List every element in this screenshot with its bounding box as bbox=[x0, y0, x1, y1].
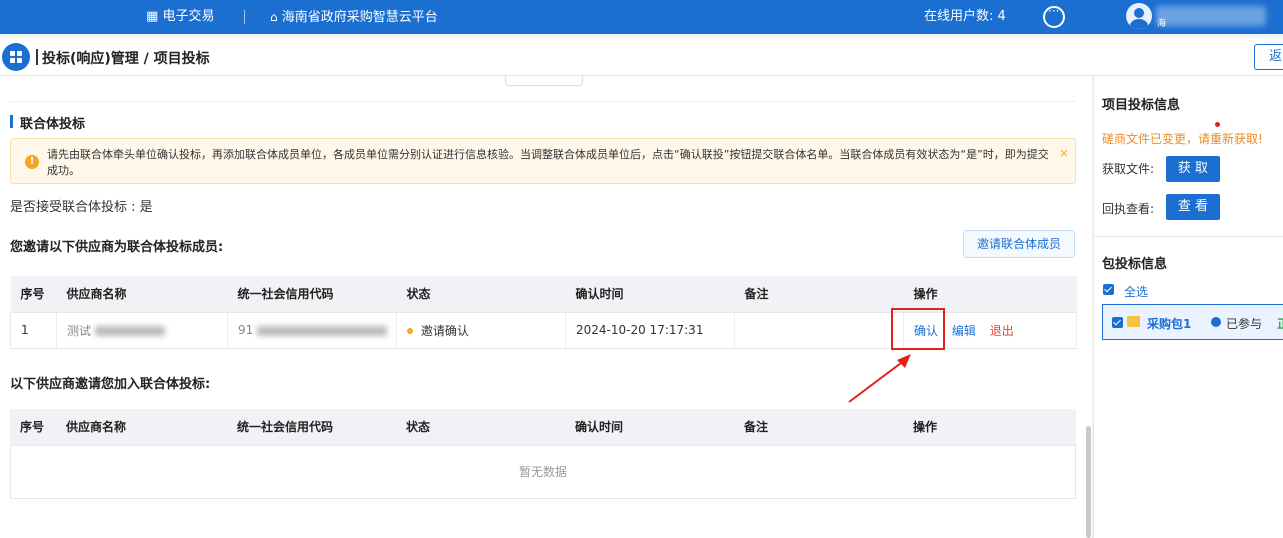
breadcrumb-bar: 投标(响应)管理 / 项目投标 返 bbox=[0, 38, 1283, 76]
package-status: 已参与 bbox=[1226, 317, 1263, 331]
status-dot-icon bbox=[407, 328, 413, 334]
row-credit-code: 91 bbox=[227, 312, 397, 349]
top-navbar: ▦ 电子交易 ⌂ 海南省政府采购智慧云平台 在线用户数: 4 海 bbox=[0, 0, 1283, 34]
section-title: 联合体投标 bbox=[10, 113, 85, 132]
supplier-name-text: 测试 bbox=[67, 323, 92, 338]
status-text: 邀请确认 bbox=[420, 323, 469, 338]
pointer-arrow-icon bbox=[848, 354, 911, 403]
nav-platform-home[interactable]: ⌂ 海南省政府采购智慧云平台 bbox=[270, 0, 438, 34]
exit-link[interactable]: 退出 bbox=[990, 324, 1014, 338]
row-index: 1 bbox=[10, 312, 57, 349]
received-invites-title: 以下供应商邀请您加入联合体投标: bbox=[10, 377, 211, 392]
user-avatar[interactable] bbox=[1126, 3, 1152, 29]
file-changed-warning[interactable]: 磋商文件已变更，请重新获取! bbox=[1102, 130, 1263, 147]
select-all-checkbox[interactable] bbox=[1103, 284, 1114, 295]
chat-icon[interactable] bbox=[1043, 4, 1065, 28]
select-all-label[interactable]: 全选 bbox=[1124, 283, 1148, 300]
breadcrumb-divider bbox=[36, 49, 38, 65]
apps-menu-button[interactable] bbox=[2, 43, 30, 71]
received-invites-table: 序号 供应商名称 统一社会信用代码 状态 确认时间 备注 操作 bbox=[10, 409, 1076, 446]
col-index: 序号 bbox=[10, 409, 56, 446]
table-header-row: 序号 供应商名称 统一社会信用代码 状态 确认时间 备注 操作 bbox=[10, 276, 1077, 313]
highlight-box bbox=[891, 308, 945, 350]
receipt-label: 回执查看: bbox=[1102, 202, 1155, 216]
nav-separator bbox=[244, 10, 245, 24]
right-panel: 项目投标信息 磋商文件已变更，请重新获取! 获取文件: 获 取 回执查看: 查 … bbox=[1093, 76, 1283, 538]
grid-icon: ▦ bbox=[146, 9, 159, 24]
col-confirm-time: 确认时间 bbox=[565, 276, 735, 313]
row-status: 邀请确认 bbox=[396, 312, 566, 349]
col-credit-code: 统一社会信用代码 bbox=[227, 409, 396, 446]
main-panel: 联合体投标 ! 请先由联合体牵头单位确认投标，再添加联合体成员单位，各成员单位需… bbox=[0, 76, 1092, 538]
update-dot-icon bbox=[1215, 122, 1220, 127]
col-supplier-name: 供应商名称 bbox=[56, 276, 228, 313]
col-confirm-time: 确认时间 bbox=[565, 409, 734, 446]
close-icon[interactable]: × bbox=[1059, 146, 1069, 160]
package-bid-info-title: 包投标信息 bbox=[1102, 257, 1168, 272]
package-checkbox[interactable] bbox=[1112, 317, 1123, 328]
notice-text: 请先由联合体牵头单位确认投标，再添加联合体成员单位，各成员单位需分别认证进行信息… bbox=[47, 148, 1049, 177]
collapse-toggle[interactable] bbox=[505, 76, 583, 86]
col-remark: 备注 bbox=[734, 276, 904, 313]
folder-icon bbox=[1127, 316, 1140, 327]
accept-joint-bid-line: 是否接受联合体投标 : 是 bbox=[10, 200, 153, 215]
package-extra-label: 正 bbox=[1277, 315, 1283, 332]
back-button[interactable]: 返 bbox=[1254, 44, 1283, 70]
col-remark: 备注 bbox=[734, 409, 903, 446]
row-confirm-time: 2024-10-20 17:17:31 bbox=[565, 312, 735, 349]
get-file-label: 获取文件: bbox=[1102, 162, 1155, 176]
credit-code-text: 91 bbox=[238, 323, 254, 337]
get-file-button[interactable]: 获 取 bbox=[1166, 156, 1220, 182]
user-name-redacted[interactable] bbox=[1156, 6, 1266, 26]
vertical-scrollbar[interactable] bbox=[1086, 426, 1091, 538]
empty-state: 暂无数据 bbox=[10, 446, 1076, 499]
row-supplier-name: 测试 bbox=[56, 312, 228, 349]
row-remark bbox=[734, 312, 904, 349]
package-item[interactable]: 采购包1 已参与 正 bbox=[1102, 304, 1283, 340]
col-credit-code: 统一社会信用代码 bbox=[227, 276, 397, 313]
col-actions: 操作 bbox=[903, 409, 1076, 446]
check-badge-icon bbox=[1211, 317, 1221, 327]
section-divider bbox=[10, 101, 1076, 102]
col-status: 状态 bbox=[396, 409, 565, 446]
nav-electronic-trade[interactable]: ▦ 电子交易 bbox=[146, 0, 214, 34]
invite-member-button[interactable]: 邀请联合体成员 bbox=[963, 230, 1075, 258]
warning-icon: ! bbox=[25, 155, 39, 169]
table-header-row: 序号 供应商名称 统一社会信用代码 状态 确认时间 备注 操作 bbox=[10, 409, 1076, 446]
panel-divider bbox=[1094, 236, 1283, 237]
invited-members-title: 您邀请以下供应商为联合体投标成员: bbox=[10, 240, 224, 255]
project-bid-info-title: 项目投标信息 bbox=[1102, 98, 1181, 113]
redacted-text bbox=[94, 326, 165, 336]
nav-trade-label: 电子交易 bbox=[162, 9, 215, 24]
home-icon: ⌂ bbox=[270, 10, 278, 24]
view-receipt-button[interactable]: 查 看 bbox=[1166, 194, 1220, 220]
col-supplier-name: 供应商名称 bbox=[56, 409, 227, 446]
notice-banner: ! 请先由联合体牵头单位确认投标，再添加联合体成员单位，各成员单位需分别认证进行… bbox=[10, 138, 1076, 184]
breadcrumb: 投标(响应)管理 / 项目投标 bbox=[42, 51, 210, 67]
online-users-count: 在线用户数: 4 bbox=[924, 9, 1006, 24]
redacted-text bbox=[257, 325, 388, 336]
nav-platform-label: 海南省政府采购智慧云平台 bbox=[281, 10, 438, 25]
col-status: 状态 bbox=[396, 276, 566, 313]
edit-link[interactable]: 编辑 bbox=[952, 324, 976, 338]
user-org-label: 海 bbox=[1157, 19, 1167, 29]
col-actions: 操作 bbox=[903, 276, 1077, 313]
package-name: 采购包1 bbox=[1147, 317, 1192, 331]
col-index: 序号 bbox=[10, 276, 57, 313]
